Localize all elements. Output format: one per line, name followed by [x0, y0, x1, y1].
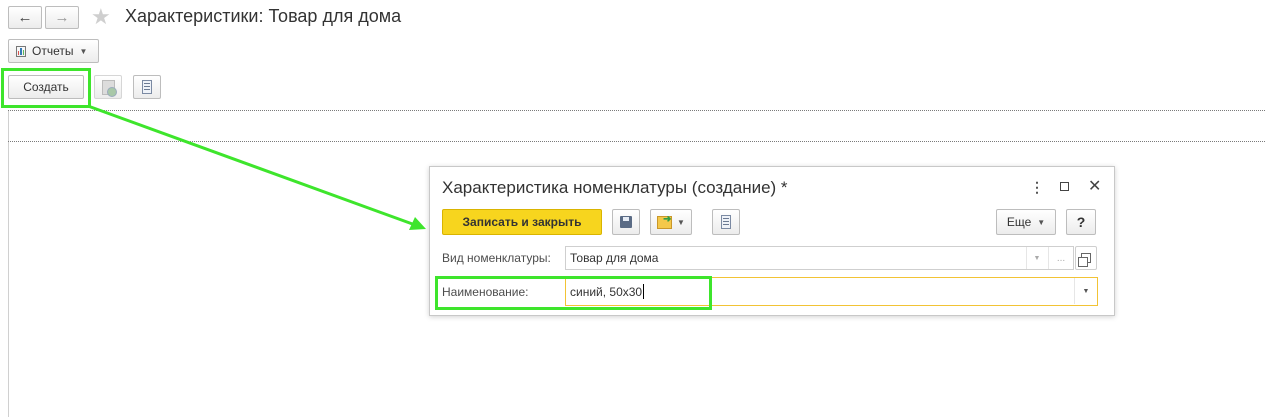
maximize-icon[interactable] [1060, 182, 1069, 191]
create-based-on-icon: ➜ [657, 214, 673, 229]
more-actions-label: Еще [1006, 215, 1032, 229]
help-label: ? [1076, 214, 1086, 230]
save-button[interactable] [612, 209, 640, 235]
floppy-disk-icon [620, 216, 632, 228]
select-more-button[interactable]: ... [1048, 247, 1073, 269]
chevron-down-icon[interactable]: ▼ [1074, 278, 1097, 304]
close-icon[interactable]: ✕ [1088, 176, 1101, 196]
help-button[interactable]: ? [1066, 209, 1096, 235]
based-on-button[interactable]: ➜ ▼ [650, 209, 692, 235]
item-kind-field[interactable]: Товар для дома ▼ ... [565, 246, 1074, 270]
dialog-list-button[interactable] [712, 209, 740, 235]
open-item-kind-button[interactable] [1075, 246, 1097, 270]
name-row-highlight [435, 276, 712, 310]
save-and-close-label: Записать и закрыть [462, 215, 582, 229]
more-actions-button[interactable]: Еще ▼ [996, 209, 1056, 235]
dropdown-arrow-icon: ▼ [1037, 217, 1046, 227]
save-and-close-button[interactable]: Записать и закрыть [442, 209, 602, 235]
item-kind-value: Товар для дома [570, 251, 659, 265]
list-settings-icon [721, 215, 731, 229]
dialog-title: Характеристика номенклатуры (создание) * [442, 178, 788, 197]
open-window-icon [1078, 253, 1091, 267]
item-kind-label: Вид номенклатуры: [442, 251, 551, 265]
dropdown-arrow-icon: ▼ [677, 217, 685, 227]
more-menu-icon[interactable]: ⋮ [1030, 179, 1044, 196]
chevron-down-icon[interactable]: ▼ [1026, 247, 1047, 269]
